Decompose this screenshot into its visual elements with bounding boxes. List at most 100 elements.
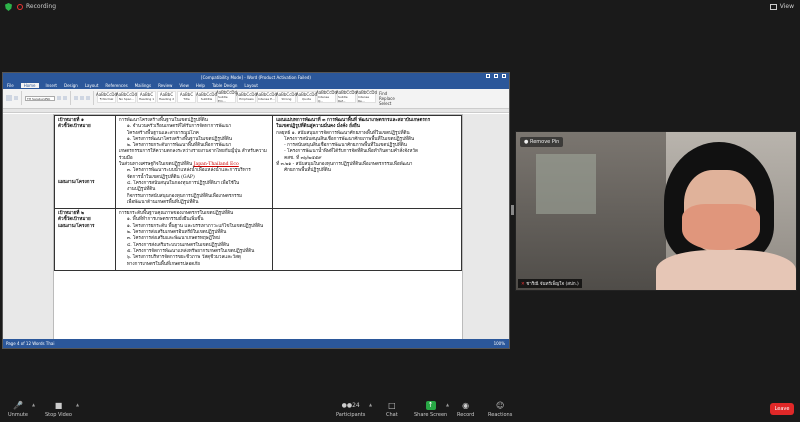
style-option[interactable]: AaBbCcDd Strong	[276, 91, 297, 103]
style-option[interactable]: AaBbCcDd No Spac...	[116, 91, 137, 103]
style-name: Title	[183, 97, 190, 101]
table-row: เป้าหมายที่ ๑ ตัวชี้วัดเป้าหมาย แผนงาน/โ…	[54, 114, 462, 210]
video-camera-icon: ■	[54, 401, 63, 410]
reactions-button[interactable]: ☺ Reactions	[488, 401, 512, 418]
participant-video[interactable]: ● Remove Pin ✕ ชาริณี จันทร์เพ็ญใจ (สปก.…	[515, 131, 797, 291]
document-area[interactable]: เป้าหมายที่ ๑ ตัวชี้วัดเป้าหมาย แผนงาน/โ…	[3, 114, 509, 340]
bold-icon[interactable]	[57, 96, 61, 100]
font-name-input[interactable]: TH SarabunPSK	[25, 95, 55, 101]
chat-button[interactable]: □ Chat	[386, 401, 398, 418]
style-option[interactable]: AaBbCcDd Subtle Em...	[216, 91, 237, 103]
maximize-icon[interactable]	[494, 74, 498, 78]
document-page[interactable]: เป้าหมายที่ ๑ ตัวชี้วัดเป้าหมาย แผนงาน/โ…	[53, 114, 463, 340]
close-icon[interactable]	[502, 74, 506, 78]
reactions-icon: ☺	[495, 401, 505, 410]
record-button[interactable]: ◉ Record	[457, 401, 474, 418]
bullets-icon[interactable]	[86, 96, 90, 100]
style-option[interactable]: AaBbCcDd Subtitle	[196, 91, 217, 103]
ribbon-tab-design[interactable]: Design	[64, 83, 78, 88]
ribbon-tab-view[interactable]: View	[179, 83, 189, 88]
table-cell[interactable]: เป้าหมายที่ ๑ ตัวชี้วัดเป้าหมาย แผนงาน/โ…	[54, 114, 116, 210]
ribbon-tab-review[interactable]: Review	[158, 83, 172, 88]
ribbon-tab-mailings[interactable]: Mailings	[135, 83, 151, 88]
ribbon-tabs: File Home Insert Design Layout References Mail…	[3, 81, 509, 89]
table-cell[interactable]: เป้าหมายที่ ๒ ตัวชี้วัดเป้าหมาย แผนงาน/โ…	[54, 208, 116, 271]
video-background-window	[536, 154, 596, 214]
participant-name: ชาริณี จันทร์เพ็ญใจ (สปก.)	[526, 282, 579, 287]
share-screen-button[interactable]: ↑ Share Screen	[414, 401, 447, 418]
ribbon-tab-layout[interactable]: Layout	[85, 83, 99, 88]
style-option[interactable]: AaBbCcDd Quote	[296, 91, 317, 103]
word-status-bar: Page 4 of 12 Words Thai 100%	[3, 339, 509, 348]
table-row: เป้าหมายที่ ๒ ตัวชี้วัดเป้าหมาย แผนงาน/โ…	[54, 208, 462, 271]
leave-button[interactable]: Leave	[770, 403, 794, 415]
remove-pin-button[interactable]: ● Remove Pin	[520, 137, 564, 147]
style-name: Subtle Ref...	[338, 95, 348, 103]
ribbon-tab-table-design[interactable]: Table Design	[212, 83, 237, 88]
shared-screen-word-window: [Compatibility Mode] - Word (Product Act…	[2, 72, 510, 349]
chevron-up-icon[interactable]: ▲	[369, 402, 372, 407]
cell-text: ๓. โครงการพัฒนาระบบน้ำแหล่งน้ำเพื่อแหล่ง…	[126, 168, 251, 174]
style-option[interactable]: AaBbCcDd Intense Re...	[356, 91, 377, 103]
style-name: Strong	[281, 97, 292, 101]
minimize-icon[interactable]	[486, 74, 490, 78]
remove-pin-label: Remove Pin	[529, 139, 560, 145]
word-title: [Compatibility Mode] - Word (Product Act…	[201, 74, 311, 80]
ribbon-tab-help[interactable]: Help	[196, 83, 205, 88]
align-center-icon[interactable]	[80, 96, 84, 100]
cut-icon[interactable]	[14, 96, 18, 100]
select-button[interactable]: Select	[379, 101, 391, 106]
style-name: Subtitle	[200, 97, 213, 101]
chevron-up-icon[interactable]: ▲	[76, 402, 79, 407]
view-button[interactable]: View	[769, 3, 794, 10]
cell-text: แผนงาน/โครงการ	[58, 179, 95, 185]
cell-text: แผนงาน/โครงการ	[58, 223, 95, 229]
cell-text: ศักยภาพพื้นที่ปฏิรูปที่ดิน	[284, 168, 331, 174]
style-option[interactable]: AaBbCcDd Intense Q...	[316, 91, 337, 103]
ribbon-tab-layout[interactable]: Layout	[244, 83, 258, 88]
style-option[interactable]: AaBbCcDd Subtle Ref...	[336, 91, 357, 103]
stop-video-label: Stop Video	[45, 412, 72, 418]
paste-icon[interactable]	[6, 95, 12, 101]
table-cell[interactable]	[272, 208, 462, 271]
table-cell[interactable]: การพัฒนาโครงสร้างพื้นฐานในเขตปฏิรูปที่ดิ…	[114, 114, 274, 210]
share-screen-label: Share Screen	[414, 412, 448, 418]
chevron-up-icon[interactable]: ▲	[32, 402, 35, 407]
recording-icon	[17, 4, 23, 10]
reactions-label: Reactions	[488, 412, 513, 418]
split-view-handle[interactable]	[511, 205, 514, 215]
style-option[interactable]: AaBbCcDd Emphasis	[236, 91, 257, 103]
style-name: Emphasis	[239, 97, 254, 101]
status-text: Page 4 of 12 Words Thai	[6, 341, 55, 346]
participant-mask	[682, 204, 760, 250]
table-cell[interactable]: แผนแม่บทการพัฒนาที่ ๓ การพัฒนาพื้นที่ พั…	[272, 114, 462, 210]
unmute-button[interactable]: 🎤 Unmute	[8, 401, 28, 418]
style-option[interactable]: AaBbC Heading 1	[137, 91, 156, 103]
style-name: Intense Q...	[318, 95, 330, 103]
style-option[interactable]: AaBbCcDd ¶ Normal	[96, 91, 117, 103]
table-cell[interactable]: การยกระดับพื้นฐานคุณภาพของเกษตรกรในเขตปฏ…	[114, 208, 274, 271]
participant-name-tag: ✕ ชาริณี จันทร์เพ็ญใจ (สปก.)	[518, 279, 582, 288]
chat-label: Chat	[386, 412, 398, 418]
style-option[interactable]: AaBbC Heading 2	[157, 91, 176, 103]
cell-text: ทางการเกษตรในพื้นที่เกษตรปลอดภัย	[126, 261, 200, 267]
zoom-level[interactable]: 100%	[494, 341, 509, 346]
stop-video-button[interactable]: ■ Stop Video	[45, 401, 72, 418]
ribbon-tab-file[interactable]: File	[7, 83, 14, 88]
view-label: View	[779, 3, 794, 10]
shield-icon[interactable]	[5, 3, 12, 11]
meeting-toolbar: 🎤 Unmute ▲ ■ Stop Video ▲ ●● 24 Particip…	[0, 398, 800, 422]
chevron-up-icon[interactable]: ▲	[446, 402, 449, 407]
ribbon-tab-references[interactable]: References	[105, 83, 127, 88]
align-left-icon[interactable]	[74, 96, 78, 100]
ribbon-tab-home[interactable]: Home	[20, 82, 39, 88]
share-screen-icon: ↑	[425, 401, 436, 410]
top-bar: Recording View	[0, 0, 800, 14]
italic-icon[interactable]	[63, 96, 67, 100]
style-option[interactable]: AaBbCcDd Intense E...	[256, 91, 277, 103]
ribbon-tab-insert[interactable]: Insert	[46, 83, 57, 88]
style-name: Intense Re...	[358, 95, 370, 103]
recording-label: Recording	[26, 3, 57, 10]
style-option[interactable]: AaBbC Title	[177, 91, 196, 103]
participants-button[interactable]: ●● 24 Participants	[336, 401, 365, 418]
